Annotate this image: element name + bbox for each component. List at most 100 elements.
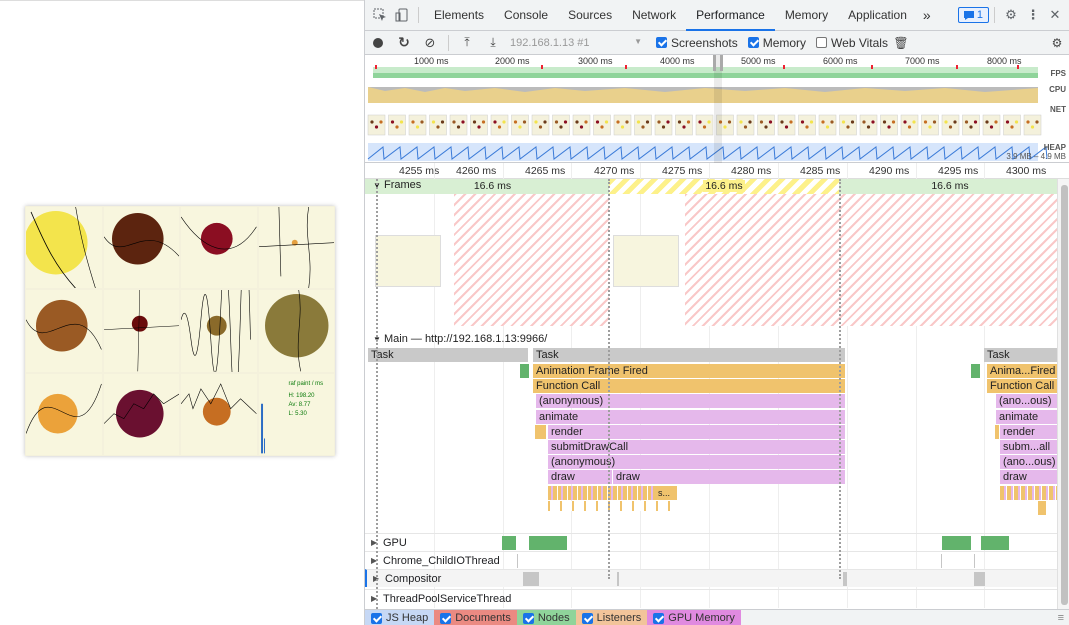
message-icon bbox=[963, 10, 974, 20]
counter-js-heap[interactable]: JS Heap bbox=[365, 610, 435, 625]
compositor-bar bbox=[843, 572, 847, 586]
tab-application[interactable]: Application bbox=[838, 0, 917, 31]
flame-bar-anonymous[interactable]: (anonymous) bbox=[548, 455, 845, 469]
canvas-cell bbox=[181, 207, 257, 289]
flame-bar-anonymous[interactable]: (anonymous) bbox=[536, 394, 845, 408]
task-bar[interactable]: Task bbox=[984, 348, 1057, 362]
capture-settings-gear-icon[interactable]: ⚙ bbox=[1044, 31, 1069, 55]
flame-bar-anonymous[interactable]: (ano...ous) bbox=[1000, 455, 1057, 469]
flame-bar-animate[interactable]: animate bbox=[996, 410, 1057, 424]
flame-bar-draw[interactable]: draw bbox=[1000, 470, 1057, 484]
flame-bar-draw[interactable]: draw bbox=[613, 470, 845, 484]
flame-bar-animate[interactable]: animate bbox=[536, 410, 845, 424]
flame-bar-function-call[interactable]: Function Call bbox=[987, 379, 1057, 393]
counter-nodes[interactable]: Nodes bbox=[516, 610, 576, 625]
heap-range-label: 3.9 MB – 4.9 MB bbox=[1006, 152, 1066, 161]
tab-console[interactable]: Console bbox=[494, 0, 558, 31]
flame-bar-animation-frame[interactable]: Anima...Fired bbox=[987, 364, 1057, 378]
clear-button[interactable]: ⊘ bbox=[417, 31, 443, 55]
load-profile-button[interactable]: ⤒ bbox=[454, 31, 480, 55]
frame-bar-dropped[interactable]: 16.6 ms bbox=[609, 179, 839, 194]
thread-row-gpu[interactable]: ▶ GPU bbox=[365, 533, 1057, 551]
overview-tick: 5000 ms bbox=[741, 56, 776, 66]
gpu-bar[interactable] bbox=[529, 536, 567, 550]
flame-bar-anonymous[interactable]: (ano...ous) bbox=[996, 394, 1057, 408]
thread-row-threadpool[interactable]: ▶ ThreadPoolServiceThread bbox=[365, 589, 1057, 607]
counter-gpu-memory[interactable]: GPU Memory bbox=[647, 610, 741, 625]
flame-bar[interactable] bbox=[995, 425, 999, 439]
thumb-dot bbox=[604, 120, 609, 124]
device-toolbar-icon[interactable] bbox=[391, 4, 413, 26]
flame-bar[interactable] bbox=[520, 364, 529, 378]
gear-icon[interactable]: ⚙ bbox=[1000, 4, 1022, 26]
record-button[interactable] bbox=[365, 31, 391, 55]
web-vitals-checkbox[interactable]: Web Vitals bbox=[816, 36, 888, 50]
thumb-dot bbox=[698, 120, 702, 124]
flame-bar-submit[interactable]: submitDrawCall bbox=[548, 440, 845, 454]
task-bar[interactable]: Task bbox=[368, 348, 528, 362]
flame-bar-render[interactable]: render bbox=[548, 425, 845, 439]
save-profile-button[interactable]: ⤓ bbox=[480, 31, 506, 55]
thread-row-io[interactable]: ▶ Chrome_ChildIOThread bbox=[365, 551, 1057, 569]
checkbox-box bbox=[371, 612, 382, 624]
devtools-tabbar: Elements Console Sources Network Perform… bbox=[365, 0, 1069, 31]
ruler-tick: 4275 ms bbox=[662, 165, 703, 177]
task-bar[interactable]: Task bbox=[533, 348, 845, 362]
flame-bar-animation-frame[interactable]: Animation Frame Fired bbox=[533, 364, 845, 378]
net-screenshot-thumb bbox=[367, 114, 386, 136]
inspect-element-icon[interactable] bbox=[369, 4, 391, 26]
gpu-bar[interactable] bbox=[502, 536, 516, 550]
tab-memory[interactable]: Memory bbox=[775, 0, 838, 31]
net-screenshot-thumb bbox=[408, 114, 427, 136]
heap-label: HEAP bbox=[1043, 143, 1066, 152]
drawer-menu-icon[interactable]: ≡ bbox=[1052, 610, 1069, 625]
kebab-menu-icon[interactable]: ⋮ bbox=[1022, 4, 1044, 26]
tab-performance[interactable]: Performance bbox=[686, 0, 775, 31]
flame-bar-draw[interactable]: draw bbox=[548, 470, 612, 484]
flame-bar-s[interactable]: s... bbox=[655, 486, 677, 500]
reload-record-button[interactable]: ↻ bbox=[391, 31, 417, 55]
net-screenshot-thumb bbox=[859, 114, 878, 136]
profile-select[interactable]: 192.168.1.13 #1 ▼ bbox=[506, 37, 646, 49]
flame-bar[interactable] bbox=[535, 425, 546, 439]
frame-bar[interactable]: 16.6 ms bbox=[455, 179, 530, 194]
thumb-dot bbox=[850, 120, 855, 124]
thread-row-compositor[interactable]: ▶ Compositor bbox=[365, 569, 1057, 587]
tab-sources[interactable]: Sources bbox=[558, 0, 622, 31]
collect-garbage-button[interactable]: 🗑 bbox=[888, 31, 914, 55]
flame-bar[interactable] bbox=[971, 364, 980, 378]
screenshots-checkbox[interactable]: Screenshots bbox=[656, 36, 738, 50]
net-screenshot-thumb bbox=[736, 114, 755, 136]
counter-listeners[interactable]: Listeners bbox=[575, 610, 648, 625]
counter-label: Documents bbox=[455, 612, 511, 624]
thumb-dot bbox=[497, 125, 502, 129]
more-tabs-button[interactable]: » bbox=[917, 0, 937, 31]
net-screenshot-thumb bbox=[634, 114, 652, 136]
flame-bar-render[interactable]: render bbox=[1000, 425, 1057, 439]
flame-bar-submit[interactable]: subm...all bbox=[1000, 440, 1057, 454]
scrollbar-thumb[interactable] bbox=[1061, 185, 1068, 605]
gpu-bar[interactable] bbox=[981, 536, 1009, 550]
flame-bar[interactable] bbox=[1038, 501, 1046, 515]
issues-badge[interactable]: 1 bbox=[957, 7, 989, 23]
thumb-dot bbox=[862, 120, 866, 124]
thumb-dot bbox=[666, 120, 670, 124]
thumb-dot bbox=[415, 125, 420, 129]
thumb-dot bbox=[903, 120, 907, 124]
frame-screenshot[interactable] bbox=[613, 235, 679, 287]
close-icon[interactable]: ✕ bbox=[1044, 4, 1066, 26]
flame-detail-strip bbox=[1000, 486, 1057, 500]
tab-network[interactable]: Network bbox=[622, 0, 686, 31]
vertical-scrollbar[interactable] bbox=[1057, 179, 1069, 609]
thumb-dot bbox=[477, 125, 481, 129]
flame-bar-function-call[interactable]: Function Call bbox=[533, 379, 845, 393]
timeline-overview[interactable]: 1000 ms 2000 ms 3000 ms 4000 ms 5000 ms … bbox=[365, 55, 1069, 163]
frame-bar[interactable]: 16.6 ms bbox=[910, 179, 990, 194]
frame-screenshot[interactable] bbox=[375, 235, 441, 287]
frame-duration: 16.6 ms bbox=[703, 180, 745, 192]
counter-documents[interactable]: Documents bbox=[434, 610, 517, 625]
main-thread-header[interactable]: ▼ Main — http://192.168.1.13:9966/ bbox=[365, 333, 1057, 347]
memory-checkbox[interactable]: Memory bbox=[747, 36, 806, 50]
gpu-bar[interactable] bbox=[942, 536, 971, 550]
tab-elements[interactable]: Elements bbox=[424, 0, 494, 31]
